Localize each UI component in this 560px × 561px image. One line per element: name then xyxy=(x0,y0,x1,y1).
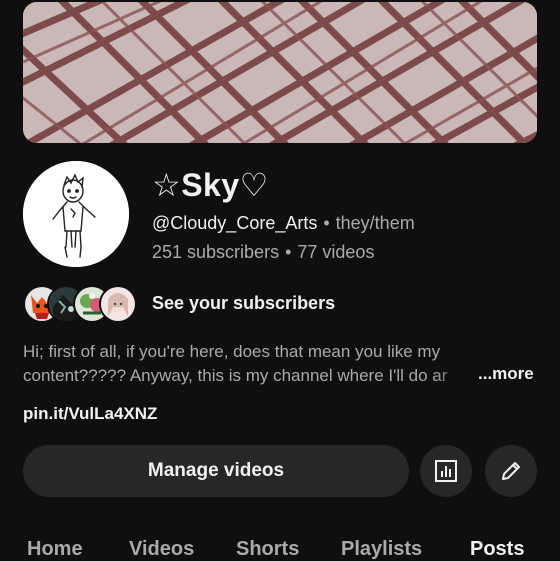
tab-shorts[interactable]: Shorts xyxy=(236,538,299,561)
tab-playlists[interactable]: Playlists xyxy=(341,538,422,561)
separator-dot: • xyxy=(323,213,330,233)
more-button[interactable]: ...more xyxy=(478,364,534,384)
channel-avatar[interactable] xyxy=(23,161,129,267)
channel-description[interactable]: Hi; first of all, if you're here, does t… xyxy=(23,340,533,388)
channel-handle-line: @Cloudy_Core_Arts • they/them xyxy=(152,213,415,234)
channel-pronouns: they/them xyxy=(335,213,415,233)
tab-home[interactable]: Home xyxy=(27,538,83,561)
subscriber-count: 251 subscribers xyxy=(152,242,280,262)
channel-stats-line: 251 subscribers • 77 videos xyxy=(152,242,374,263)
tab-posts[interactable]: Posts xyxy=(470,538,524,561)
analytics-button[interactable] xyxy=(420,445,472,497)
avatar-sketch-character xyxy=(23,161,129,267)
description-line: content????? Anyway, this is my channel … xyxy=(23,364,473,388)
channel-link[interactable]: pin.it/VulLa4XNZ xyxy=(23,404,157,424)
analytics-icon xyxy=(435,460,457,482)
banner-plaid-pattern xyxy=(23,2,537,143)
video-count: 77 videos xyxy=(297,242,375,262)
channel-banner[interactable] xyxy=(23,2,537,143)
channel-handle[interactable]: @Cloudy_Core_Arts xyxy=(152,213,317,233)
channel-tabs: Home Videos Shorts Playlists Posts xyxy=(0,538,560,560)
description-fade xyxy=(433,364,473,388)
channel-title: ☆Sky♡ xyxy=(152,167,269,203)
see-subscribers-link[interactable]: See your subscribers xyxy=(152,293,335,314)
subscriber-avatar-pink xyxy=(99,285,137,323)
tab-videos[interactable]: Videos xyxy=(129,538,194,561)
description-line: Hi; first of all, if you're here, does t… xyxy=(23,342,441,361)
separator-dot: • xyxy=(285,242,292,262)
description-line-text: content????? Anyway, this is my channel … xyxy=(23,366,448,385)
edit-channel-button[interactable] xyxy=(485,445,537,497)
manage-videos-button[interactable]: Manage videos xyxy=(23,445,409,497)
pencil-icon xyxy=(502,462,520,480)
